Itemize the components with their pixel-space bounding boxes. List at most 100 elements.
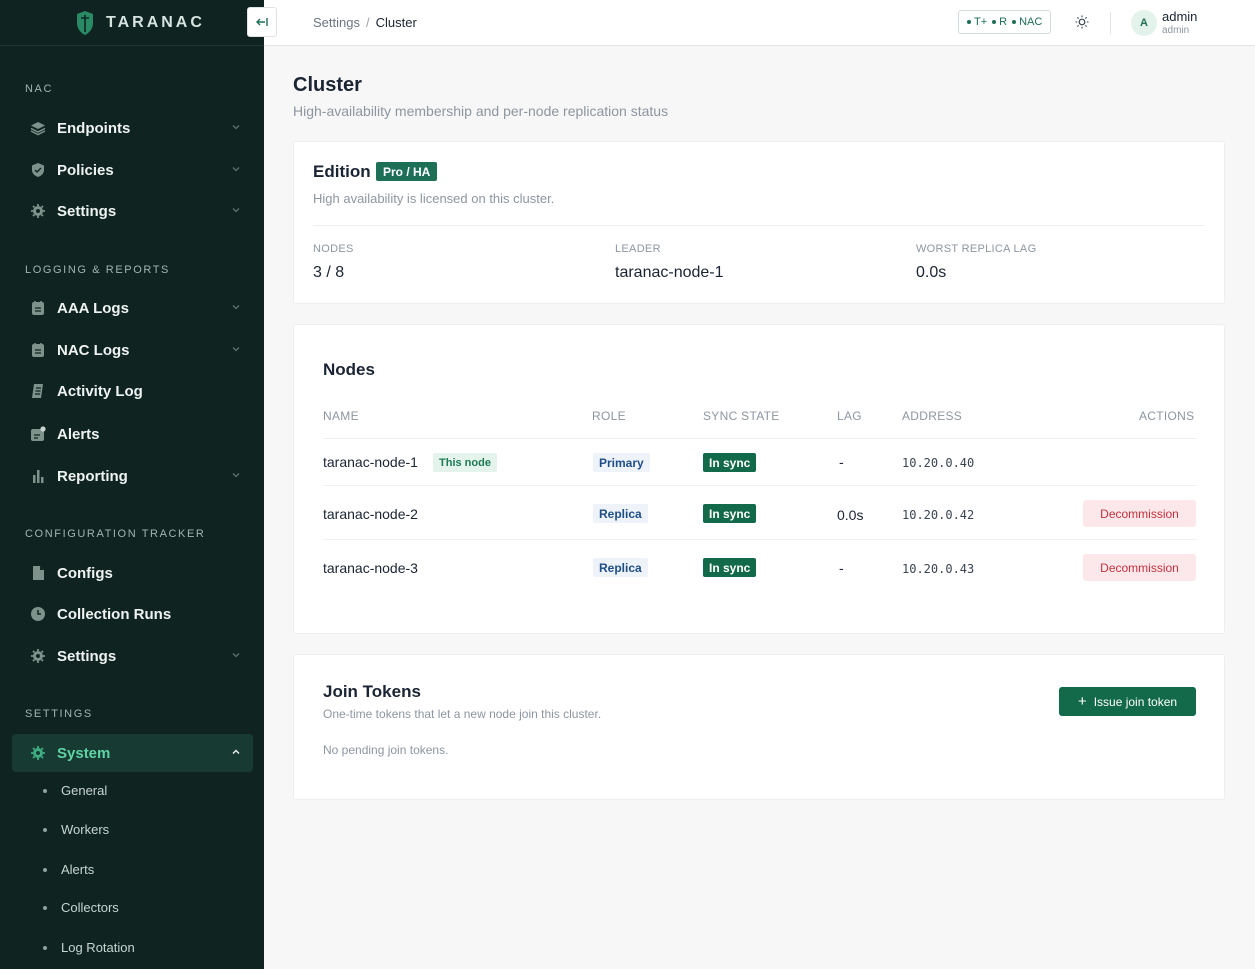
- clock-icon: [30, 606, 46, 622]
- divider: [313, 225, 1205, 226]
- sidebar-item-label: System: [57, 744, 111, 762]
- collapse-sidebar-button[interactable]: [247, 7, 277, 37]
- node-lag: -: [839, 560, 844, 576]
- log-book-icon: [30, 300, 46, 316]
- document-icon: [30, 565, 46, 581]
- sidebar-subitem-label: Alerts: [61, 862, 95, 877]
- decommission-button[interactable]: Decommission: [1083, 500, 1196, 527]
- sidebar-item-label: Alerts: [57, 425, 100, 443]
- sidebar-subitem-label: Collectors: [61, 900, 119, 915]
- section-label-settings: SETTINGS: [25, 708, 93, 720]
- protocol-status-pill[interactable]: T+ R NAC: [958, 10, 1052, 34]
- edition-title: Edition: [313, 162, 371, 181]
- chevron-down-icon: [232, 653, 240, 658]
- sidebar-item-endpoints[interactable]: Endpoints: [12, 109, 253, 147]
- breadcrumb: Settings / Cluster: [313, 15, 417, 30]
- sidebar-item-label: Configs: [57, 564, 113, 582]
- issue-join-token-label: Issue join token: [1093, 694, 1178, 709]
- bullet-icon: [43, 827, 47, 832]
- chevron-down-icon: [232, 167, 240, 172]
- column-header-actions: ACTIONS: [1139, 409, 1195, 423]
- sidebar-subitem-label: Log Rotation: [61, 940, 135, 955]
- sidebar-item-alerts[interactable]: Alerts: [12, 415, 253, 453]
- sidebar-item-label: Collection Runs: [57, 605, 172, 623]
- stat-value-leader: taranac-node-1: [615, 264, 724, 281]
- role-badge: Replica: [593, 558, 648, 577]
- sun-icon[interactable]: [1075, 15, 1089, 29]
- role-badge: Replica: [593, 504, 648, 523]
- sidebar-item-tracker-settings[interactable]: Settings: [12, 637, 253, 675]
- edition-description: High availability is licensed on this cl…: [313, 191, 555, 206]
- sidebar-item-label: Settings: [57, 202, 117, 220]
- join-tokens-empty-state: No pending join tokens.: [323, 743, 449, 757]
- page-subtitle: High-availability membership and per-nod…: [293, 103, 669, 119]
- layers-icon: [30, 120, 46, 136]
- sidebar-subitem-alerts[interactable]: Alerts: [43, 862, 94, 877]
- node-name: taranac-node-1: [323, 454, 418, 470]
- protocol-nac: NAC: [1019, 16, 1043, 28]
- bullet-icon: [43, 788, 47, 793]
- node-address: 10.20.0.42: [902, 508, 975, 522]
- bullet-icon: [43, 867, 47, 872]
- nodes-title: Nodes: [323, 360, 375, 379]
- join-tokens-description: One-time tokens that let a new node join…: [323, 707, 602, 721]
- sync-state-badge: In sync: [703, 504, 757, 523]
- node-address: 10.20.0.40: [902, 456, 975, 470]
- brand[interactable]: TARANAC: [0, 0, 264, 46]
- node-address: 10.20.0.43: [902, 562, 975, 576]
- topbar: Settings / Cluster T+ R NAC A admin admin: [247, 0, 1255, 46]
- protocol-tacacs: T+: [974, 16, 988, 28]
- decommission-button[interactable]: Decommission: [1083, 554, 1196, 581]
- sidebar-item-nac-logs[interactable]: NAC Logs: [12, 331, 253, 369]
- breadcrumb-separator: /: [365, 15, 370, 30]
- status-dot-icon: [1012, 20, 1017, 24]
- alert-box-icon: [30, 426, 46, 442]
- column-header-lag: LAG: [837, 409, 862, 423]
- chevron-down-icon: [232, 473, 240, 478]
- page-title: Cluster: [293, 74, 362, 96]
- this-node-badge: This node: [433, 453, 497, 472]
- chevron-down-icon: [232, 347, 240, 352]
- user-name[interactable]: admin: [1162, 9, 1197, 24]
- sidebar-item-policies[interactable]: Policies: [12, 151, 253, 189]
- protocol-radius: R: [999, 16, 1008, 28]
- sidebar-subitem-workers[interactable]: Workers: [43, 822, 109, 837]
- node-lag: 0.0s: [837, 507, 864, 523]
- node-lag: -: [839, 454, 844, 470]
- stat-label-leader: LEADER: [615, 243, 661, 255]
- sidebar-subitem-log-rotation[interactable]: Log Rotation: [43, 940, 135, 955]
- sidebar-item-system[interactable]: System: [12, 734, 253, 772]
- breadcrumb-parent[interactable]: Settings: [313, 15, 360, 30]
- sidebar-item-nac-settings[interactable]: Settings: [12, 192, 253, 230]
- sidebar-item-activity-log[interactable]: Activity Log: [12, 372, 253, 410]
- divider: [1110, 12, 1111, 34]
- section-label-nac: NAC: [25, 83, 54, 95]
- bar-chart-icon: [30, 468, 46, 484]
- chevron-up-icon: [232, 749, 240, 755]
- section-label-config-tracker: CONFIGURATION TRACKER: [25, 528, 206, 540]
- edition-badge: Pro / HA: [376, 162, 438, 181]
- plus-icon: +: [1077, 693, 1087, 710]
- chevron-down-icon: [232, 305, 240, 310]
- sidebar-item-label: Endpoints: [57, 119, 131, 137]
- gear-icon: [30, 203, 46, 219]
- divider: [323, 438, 1197, 439]
- sidebar-subitem-general[interactable]: General: [43, 783, 107, 798]
- divider: [323, 539, 1197, 540]
- chevron-down-icon: [232, 208, 240, 213]
- sidebar-item-configs[interactable]: Configs: [12, 554, 253, 592]
- sidebar-item-aaa-logs[interactable]: AAA Logs: [12, 289, 253, 327]
- shield-logo-icon: [77, 10, 93, 35]
- sync-state-badge: In sync: [703, 558, 757, 577]
- sidebar-item-label: NAC Logs: [57, 341, 130, 359]
- sidebar-item-collection-runs[interactable]: Collection Runs: [12, 595, 253, 633]
- avatar[interactable]: A: [1131, 10, 1157, 36]
- issue-join-token-button[interactable]: + Issue join token: [1059, 687, 1196, 716]
- sidebar-subitem-label: Workers: [61, 822, 110, 837]
- edition-card: Edition Pro / HA High availability is li…: [293, 141, 1225, 304]
- stat-value-worst-lag: 0.0s: [916, 264, 947, 281]
- sidebar-item-reporting[interactable]: Reporting: [12, 457, 253, 495]
- sidebar-subitem-collectors[interactable]: Collectors: [43, 900, 119, 915]
- sidebar-item-label: Activity Log: [57, 382, 143, 400]
- join-tokens-title: Join Tokens: [323, 682, 421, 701]
